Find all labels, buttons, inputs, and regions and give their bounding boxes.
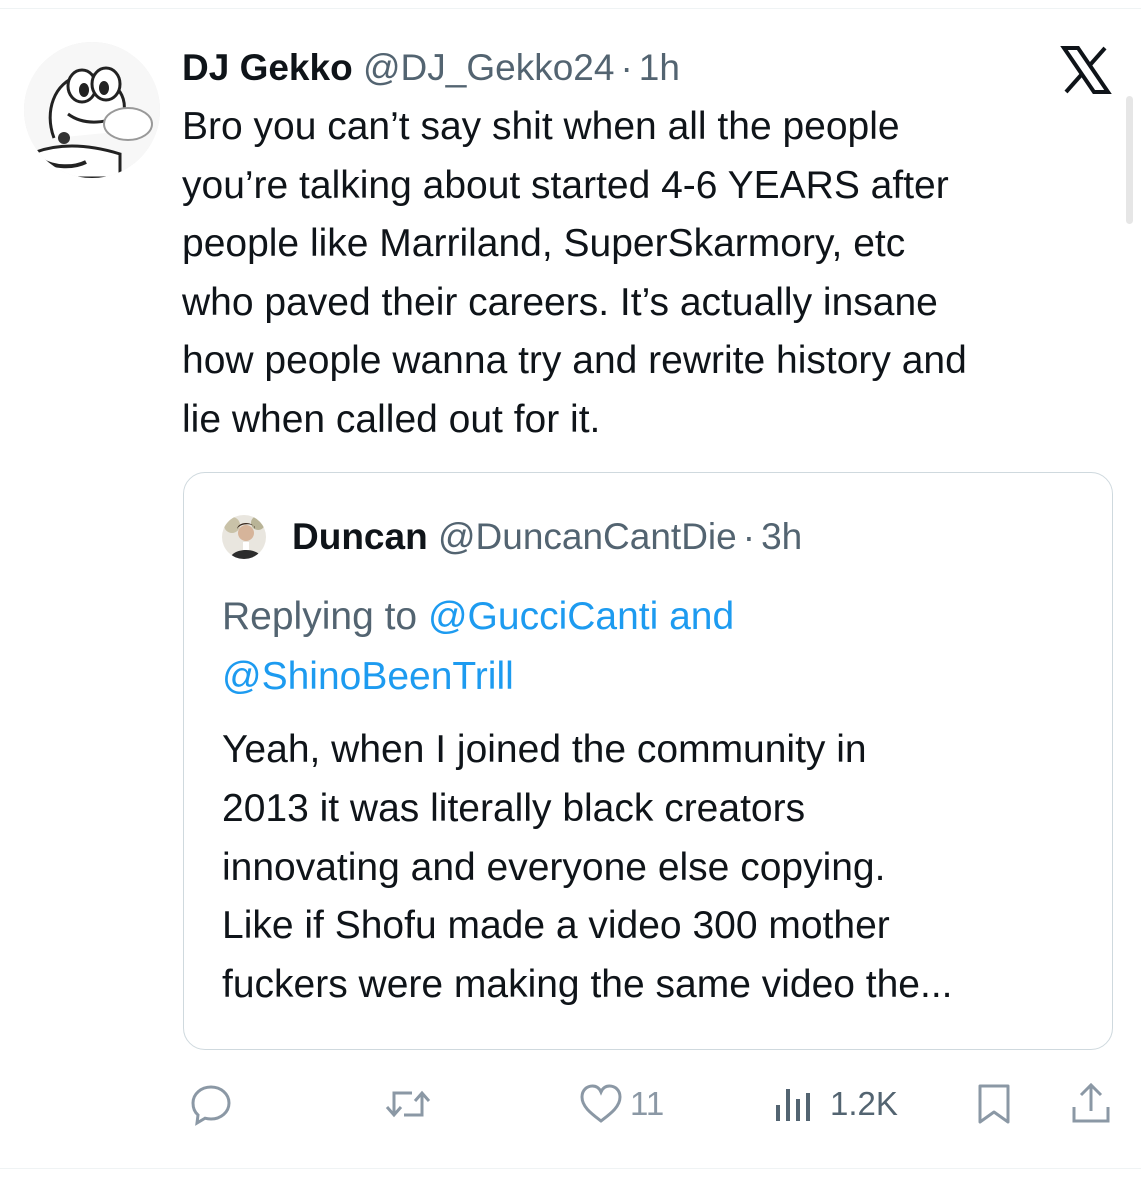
like-count: 11 bbox=[630, 1085, 665, 1122]
tweet-time[interactable]: 1h bbox=[639, 47, 680, 88]
retweet-icon bbox=[385, 1090, 431, 1118]
person-avatar-image bbox=[222, 515, 266, 559]
views-button[interactable]: 1.2K bbox=[774, 1074, 898, 1134]
tweet-text: Bro you can’t say shit when all the peop… bbox=[182, 105, 967, 441]
quoted-tweet-time[interactable]: 3h bbox=[761, 516, 802, 557]
retweet-button[interactable] bbox=[384, 1074, 438, 1134]
quoted-author-handle[interactable]: @DuncanCantDie bbox=[438, 516, 737, 557]
replying-to-label: Replying to bbox=[222, 595, 428, 638]
author-handle[interactable]: @DJ_Gekko24 bbox=[363, 47, 614, 88]
quoted-author-avatar[interactable] bbox=[222, 515, 266, 559]
quoted-tweet-card[interactable]: Duncan @DuncanCantDie · 3h Replying to @Gu… bbox=[183, 472, 1113, 1050]
replying-and: and bbox=[658, 595, 735, 638]
reply-button[interactable] bbox=[188, 1074, 240, 1134]
quoted-separator-dot: · bbox=[742, 516, 756, 557]
tweet-header: DJ Gekko @DJ_Gekko24 · 1h bbox=[182, 44, 680, 92]
cartoon-avatar-image bbox=[24, 42, 160, 178]
quoted-tweet-text: Yeah, when I joined the community in 201… bbox=[222, 728, 953, 1007]
quoted-author-name[interactable]: Duncan bbox=[292, 516, 428, 557]
like-button[interactable]: 11 bbox=[578, 1074, 664, 1134]
tweet-action-bar: 11 1.2K bbox=[0, 1074, 1141, 1134]
author-name[interactable]: DJ Gekko bbox=[182, 47, 353, 88]
mention-guccicanti[interactable]: @GucciCanti bbox=[428, 595, 658, 638]
views-icon bbox=[776, 1089, 810, 1121]
reply-icon bbox=[191, 1085, 231, 1126]
top-divider bbox=[0, 8, 1141, 9]
author-avatar[interactable] bbox=[24, 42, 160, 178]
bookmark-button[interactable] bbox=[974, 1074, 1014, 1134]
quoted-tweet-header: Duncan @DuncanCantDie · 3h bbox=[292, 513, 802, 561]
separator-dot: · bbox=[620, 47, 633, 88]
scrollbar[interactable] bbox=[1126, 96, 1133, 224]
replying-to-line: Replying to @GucciCanti and @ShinoBeenTr… bbox=[222, 587, 1062, 707]
x-logo-icon[interactable] bbox=[1060, 44, 1112, 96]
bottom-divider bbox=[0, 1168, 1141, 1169]
share-icon bbox=[1072, 1082, 1110, 1123]
share-button[interactable] bbox=[1070, 1074, 1112, 1134]
mention-shinobeentrill[interactable]: @ShinoBeenTrill bbox=[222, 655, 514, 698]
bookmark-icon bbox=[978, 1084, 1010, 1124]
heart-icon bbox=[580, 1084, 622, 1123]
views-count: 1.2K bbox=[830, 1085, 898, 1122]
